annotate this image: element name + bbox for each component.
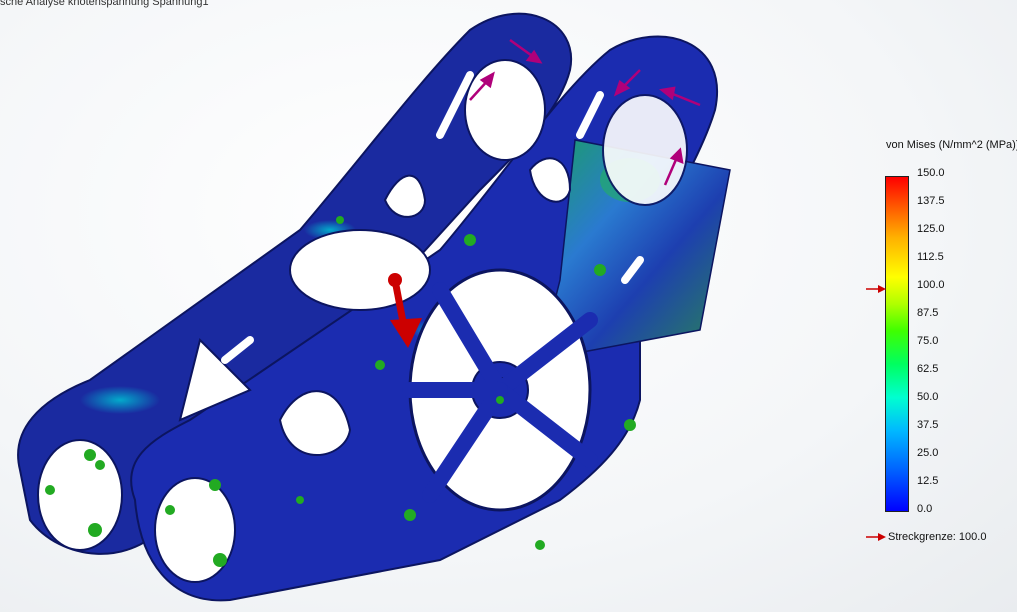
tick-label: 12.5 xyxy=(917,475,939,487)
tick-label: 62.5 xyxy=(917,363,939,375)
graphics-viewport[interactable]: sche Analyse knotenspannung Spannung1 vo… xyxy=(0,0,1017,612)
tick-label: 87.5 xyxy=(917,307,939,319)
tick-label: 50.0 xyxy=(917,391,939,403)
legend-title: von Mises (N/mm^2 (MPa)) xyxy=(886,139,1017,151)
stress-colorbar[interactable] xyxy=(885,176,909,512)
tick-label: 0.0 xyxy=(917,503,933,515)
tick-label: 37.5 xyxy=(917,419,939,431)
tick-label: 100.0 xyxy=(917,279,945,291)
yield-arrow-icon xyxy=(866,533,886,541)
yield-marker-icon xyxy=(866,285,886,293)
yield-strength-legend: Streckgrenze: 100.0 xyxy=(866,530,986,544)
tick-label: 150.0 xyxy=(917,167,945,179)
tick-label: 112.5 xyxy=(917,251,944,263)
tick-label: 25.0 xyxy=(917,447,939,459)
fea-model[interactable] xyxy=(0,0,860,612)
yield-label: Streckgrenze: 100.0 xyxy=(888,531,987,543)
tick-label: 125.0 xyxy=(917,223,945,235)
tick-label: 137.5 xyxy=(917,195,945,207)
tick-label: 75.0 xyxy=(917,335,939,347)
